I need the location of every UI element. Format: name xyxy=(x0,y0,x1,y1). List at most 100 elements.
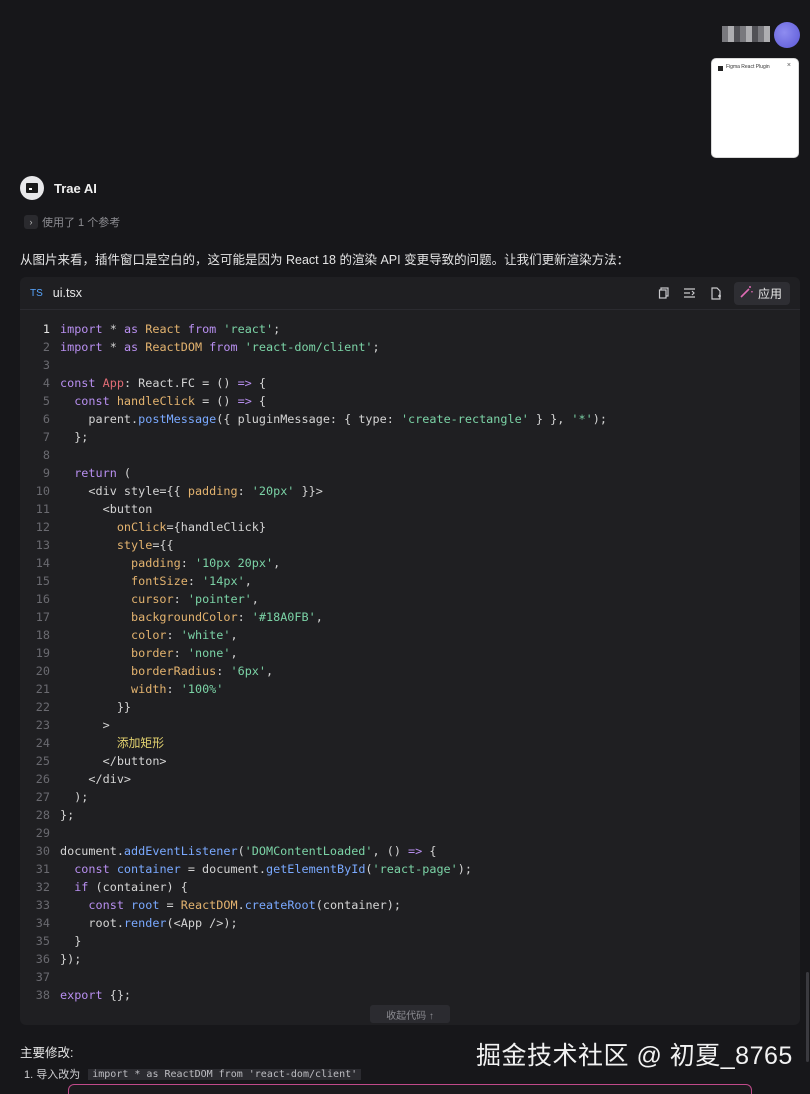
line-number: 18 xyxy=(35,628,50,642)
line-number: 14 xyxy=(35,556,50,570)
code-text: width: '100%' xyxy=(60,682,224,696)
code-line: 24 添加矩形 xyxy=(20,734,800,752)
code-text: const App: React.FC = () => { xyxy=(60,376,267,390)
line-number: 35 xyxy=(35,934,50,948)
code-text: import * as React from 'react'; xyxy=(60,322,281,336)
code-text: root.render(<App />); xyxy=(60,916,238,930)
code-line: 38 export {}; xyxy=(20,986,800,1004)
line-number: 7 xyxy=(42,430,50,444)
code-line: 2 import * as ReactDOM from 'react-dom/cl… xyxy=(20,338,800,356)
line-number: 1 xyxy=(42,322,50,336)
code-editor: 1 import * as React from 'react'; 2 import … xyxy=(20,310,800,1004)
code-text: document.addEventListener('DOMContentLoa… xyxy=(60,844,437,858)
code-line: 15 fontSize: '14px', xyxy=(20,572,800,590)
code-line: 12 onClick={handleClick} xyxy=(20,518,800,536)
code-text: </div> xyxy=(60,772,132,786)
code-text: cursor: 'pointer', xyxy=(60,592,259,606)
line-number: 20 xyxy=(35,664,50,678)
line-number: 23 xyxy=(35,718,50,732)
line-number: 21 xyxy=(35,682,50,696)
line-number: 37 xyxy=(35,970,50,984)
code-text: } xyxy=(60,934,82,948)
watermark: 掘金技术社区 @ 初夏_8765 xyxy=(476,1042,793,1070)
code-text: 添加矩形 xyxy=(60,736,165,750)
line-number: 38 xyxy=(35,988,50,1002)
code-text: }; xyxy=(60,808,75,822)
code-line: 37 xyxy=(20,968,800,986)
line-number: 11 xyxy=(35,502,50,516)
avatar[interactable] xyxy=(774,22,800,48)
code-line: 29 xyxy=(20,824,800,842)
code-text: return ( xyxy=(60,466,132,480)
line-number: 9 xyxy=(42,466,50,480)
user-avatar-area xyxy=(722,22,800,48)
line-number: 31 xyxy=(35,862,50,876)
apply-button[interactable]: 应用 xyxy=(733,281,790,305)
code-text: ); xyxy=(60,790,89,804)
code-line: 23 > xyxy=(20,716,800,734)
code-line: 25 </button> xyxy=(20,752,800,770)
image-attachment[interactable]: Figma React Plugin × xyxy=(711,58,799,158)
code-line: 9 return ( xyxy=(20,464,800,482)
code-text: backgroundColor: '#18A0FB', xyxy=(60,610,323,624)
line-number: 8 xyxy=(42,448,50,462)
line-number: 3 xyxy=(42,358,50,372)
code-text: padding: '10px 20px', xyxy=(60,556,281,570)
line-number: 26 xyxy=(35,772,50,786)
code-text: borderRadius: '6px', xyxy=(60,664,274,678)
code-line: 14 padding: '10px 20px', xyxy=(20,554,800,572)
code-line: 5 const handleClick = () => { xyxy=(20,392,800,410)
code-filename: ui.tsx xyxy=(52,286,82,300)
scrollbar[interactable] xyxy=(806,972,809,1062)
code-text: <div style={{ padding: '20px' }}> xyxy=(60,484,323,498)
line-number: 15 xyxy=(35,574,50,588)
code-line: 8 xyxy=(20,446,800,464)
chat-input[interactable] xyxy=(68,1084,752,1094)
code-text: > xyxy=(60,718,110,732)
code-line: 21 width: '100%' xyxy=(20,680,800,698)
line-number: 6 xyxy=(42,412,50,426)
reference-toggle[interactable]: › 使用了 1 个参考 xyxy=(24,214,120,230)
code-text: <button xyxy=(60,502,153,516)
line-number: 32 xyxy=(35,880,50,894)
code-text: const container = document.getElementByI… xyxy=(60,862,472,876)
code-line: 22 }} xyxy=(20,698,800,716)
line-number: 4 xyxy=(42,376,50,390)
code-line: 6 parent.postMessage({ pluginMessage: { … xyxy=(20,410,800,428)
assistant-name: Trae AI xyxy=(54,180,97,196)
code-text: fontSize: '14px', xyxy=(60,574,252,588)
code-text: }} xyxy=(60,700,132,714)
collapse-code-button[interactable]: 收起代码 ↑ xyxy=(370,1005,450,1023)
code-line: 7 }; xyxy=(20,428,800,446)
new-file-icon[interactable] xyxy=(708,285,724,301)
code-text: style={{ xyxy=(60,538,174,552)
line-number: 30 xyxy=(35,844,50,858)
code-text: }; xyxy=(60,430,89,444)
code-line: 20 borderRadius: '6px', xyxy=(20,662,800,680)
reference-text: 使用了 1 个参考 xyxy=(42,217,121,229)
line-number: 2 xyxy=(42,340,50,354)
line-number: 36 xyxy=(35,952,50,966)
code-line: 32 if (container) { xyxy=(20,878,800,896)
code-text: const root = ReactDOM.createRoot(contain… xyxy=(60,898,401,912)
insert-at-cursor-icon[interactable] xyxy=(682,285,698,301)
code-line: 31 const container = document.getElement… xyxy=(20,860,800,878)
code-line: 18 color: 'white', xyxy=(20,626,800,644)
code-line: 36}); xyxy=(20,950,800,968)
line-number: 12 xyxy=(35,520,50,534)
close-icon[interactable]: × xyxy=(787,62,791,69)
code-block: TS ui.tsx 应用 1 import * as React from 're… xyxy=(20,277,800,1025)
list-item: 1. 导入改为 import * as ReactDOM from 'react… xyxy=(24,1068,464,1080)
code-text: </button> xyxy=(60,754,167,768)
copy-icon[interactable] xyxy=(656,285,672,301)
figma-icon xyxy=(718,66,723,71)
code-block-header: TS ui.tsx 应用 xyxy=(20,277,800,310)
code-line: 35 } xyxy=(20,932,800,950)
code-line: 30 document.addEventListener('DOMContentL… xyxy=(20,842,800,860)
code-line: 16 cursor: 'pointer', xyxy=(20,590,800,608)
assistant-header: Trae AI xyxy=(20,176,97,200)
code-line: 4 const App: React.FC = () => { xyxy=(20,374,800,392)
blurred-username xyxy=(722,26,770,42)
line-number: 27 xyxy=(35,790,50,804)
line-number: 29 xyxy=(35,826,50,840)
